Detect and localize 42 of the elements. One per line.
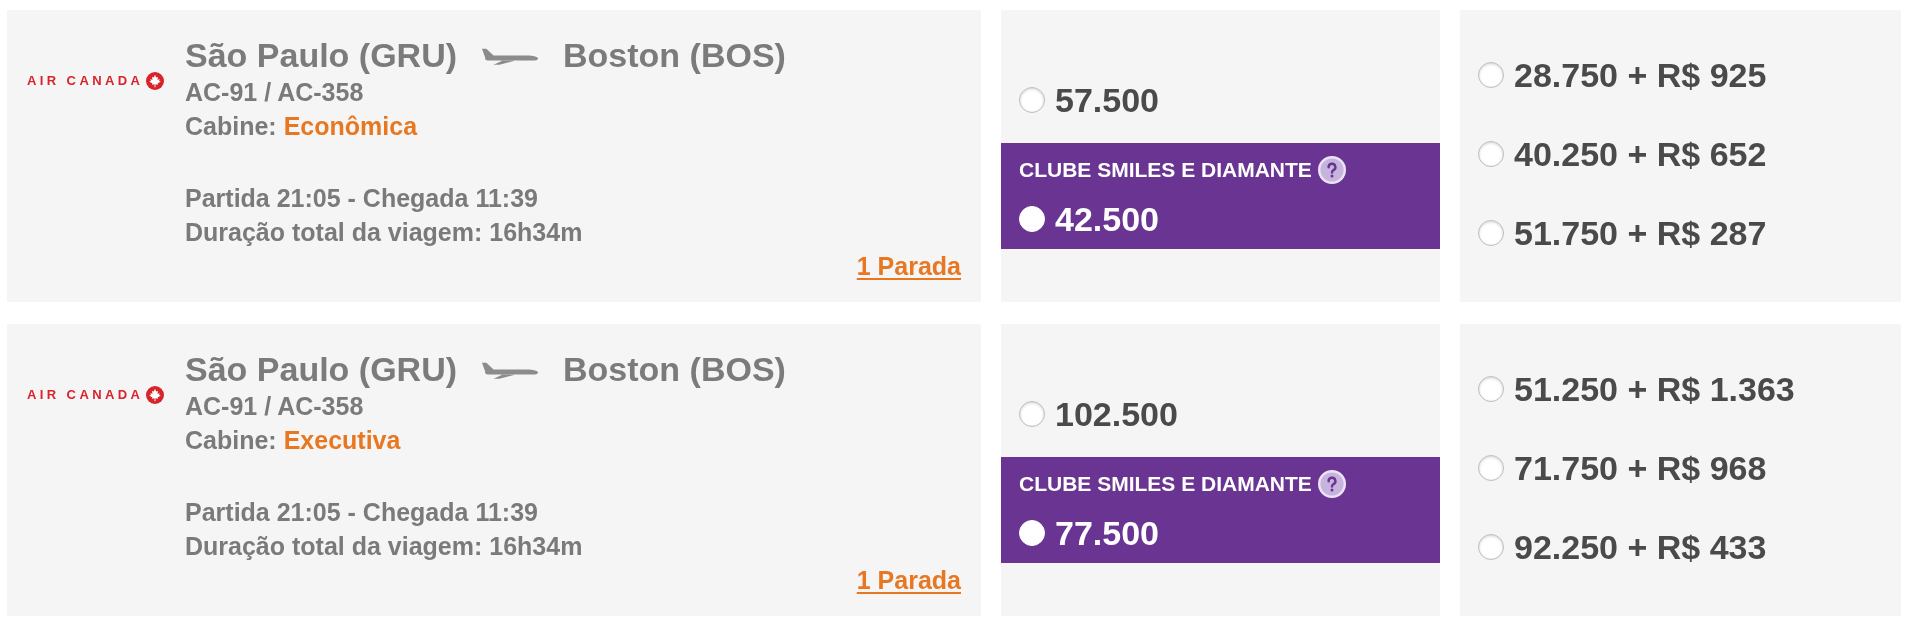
club-fare-label: CLUBE SMILES E DIAMANTE xyxy=(1019,158,1312,182)
radio-button[interactable] xyxy=(1478,62,1504,88)
stops-link[interactable]: 1 Parada xyxy=(856,249,961,283)
help-icon[interactable] xyxy=(1317,470,1346,498)
miles-price: 102.500 xyxy=(1055,394,1178,434)
radio-button[interactable] xyxy=(1478,455,1504,481)
miles-plus-cash-price: 92.250 + R$ 433 xyxy=(1514,527,1767,567)
miles-plus-cash-price: 51.750 + R$ 287 xyxy=(1514,213,1767,253)
miles-plus-cash-price: 40.250 + R$ 652 xyxy=(1514,134,1767,174)
airline-logo: AIR CANADA xyxy=(27,387,144,403)
miles-plus-cash-price: 28.750 + R$ 925 xyxy=(1514,55,1767,95)
origin-city: São Paulo (GRU) xyxy=(185,349,458,389)
help-icon[interactable] xyxy=(1317,156,1346,184)
duration-text: Duração total da viagem: 16h34m xyxy=(185,217,583,248)
miles-plus-cash-price: 51.250 + R$ 1.363 xyxy=(1514,369,1795,409)
miles-plus-cash-price: 71.750 + R$ 968 xyxy=(1514,448,1767,488)
radio-button[interactable] xyxy=(1019,87,1045,113)
radio-button[interactable] xyxy=(1478,220,1504,246)
cabin-label: Cabine: xyxy=(185,425,277,456)
flight-numbers: AC-91 / AC-358 xyxy=(185,391,364,422)
origin-city: São Paulo (GRU) xyxy=(185,35,458,75)
miles-price: 57.500 xyxy=(1055,80,1159,120)
maple-leaf-icon xyxy=(146,72,165,90)
schedule-text: Partida 21:05 - Chegada 11:39 xyxy=(185,497,538,528)
cabin-class: Executiva xyxy=(283,425,401,456)
airline-logo: AIR CANADA xyxy=(27,73,144,89)
club-miles-price: 42.500 xyxy=(1055,199,1159,239)
cabin-class: Econômica xyxy=(283,111,418,142)
maple-leaf-icon xyxy=(146,386,165,404)
schedule-text: Partida 21:05 - Chegada 11:39 xyxy=(185,183,538,214)
flight-numbers: AC-91 / AC-358 xyxy=(185,77,364,108)
destination-city: Boston (BOS) xyxy=(563,35,786,75)
destination-city: Boston (BOS) xyxy=(563,349,786,389)
duration-text: Duração total da viagem: 16h34m xyxy=(185,531,583,562)
stops-link[interactable]: 1 Parada xyxy=(856,563,961,597)
cabin-label: Cabine: xyxy=(185,111,277,142)
radio-button[interactable] xyxy=(1478,376,1504,402)
club-fare-label: CLUBE SMILES E DIAMANTE xyxy=(1019,472,1312,496)
radio-button[interactable] xyxy=(1019,401,1045,427)
radio-button[interactable] xyxy=(1478,141,1504,167)
club-miles-price: 77.500 xyxy=(1055,513,1159,553)
radio-button[interactable] xyxy=(1478,534,1504,560)
